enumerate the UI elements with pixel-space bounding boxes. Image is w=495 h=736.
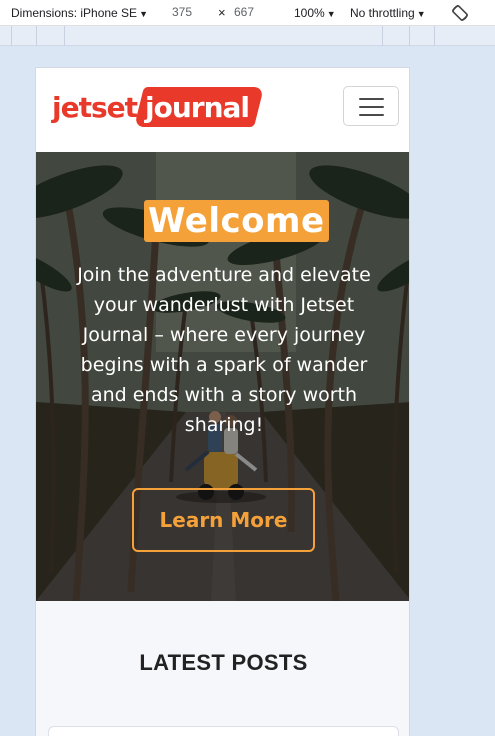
post-card[interactable] [48,726,399,736]
navbar: jetset journal [36,68,409,152]
device-dimensions-label: Dimensions: iPhone SE [11,6,138,20]
viewport-width-input[interactable]: 375 [168,4,196,22]
dimension-separator: × [218,5,226,20]
hamburger-icon [359,114,384,116]
throttling-label: No throttling [350,6,415,20]
viewport-height-input[interactable]: 667 [230,4,258,22]
hero-section: Welcome Join the adventure and elevate y… [36,152,409,601]
device-dimensions-dropdown[interactable]: Dimensions: iPhone SE ▼ [11,6,148,20]
caret-down-icon: ▼ [326,9,336,19]
navbar-toggle-button[interactable] [343,86,399,126]
logo-text-journal: journal [145,90,250,124]
brand-logo[interactable]: jetset journal [52,86,265,128]
devtools-toolbar: Dimensions: iPhone SE ▼ 375 × 667 100% ▼ N… [0,0,495,26]
latest-posts-heading: LATEST POSTS [139,650,308,675]
hero-title: Welcome [144,200,329,242]
zoom-dropdown[interactable]: 100% ▼ [294,6,336,20]
caret-down-icon: ▼ [139,9,148,19]
hamburger-icon [359,106,384,108]
logo-journal-badge: journal [134,87,265,127]
logo-text-jetset: jetset [52,90,138,124]
caret-down-icon: ▼ [416,9,426,19]
media-query-ruler [0,26,495,46]
rotate-icon[interactable] [450,3,470,23]
throttling-dropdown[interactable]: No throttling ▼ [350,6,426,20]
learn-more-button[interactable]: Learn More [132,488,315,552]
device-viewport: jetset journal Welcome Join the adventur… [35,67,410,736]
hamburger-icon [359,98,384,100]
hero-description: Join the adventure and elevate your wand… [77,264,371,436]
zoom-label: 100% [294,6,325,20]
